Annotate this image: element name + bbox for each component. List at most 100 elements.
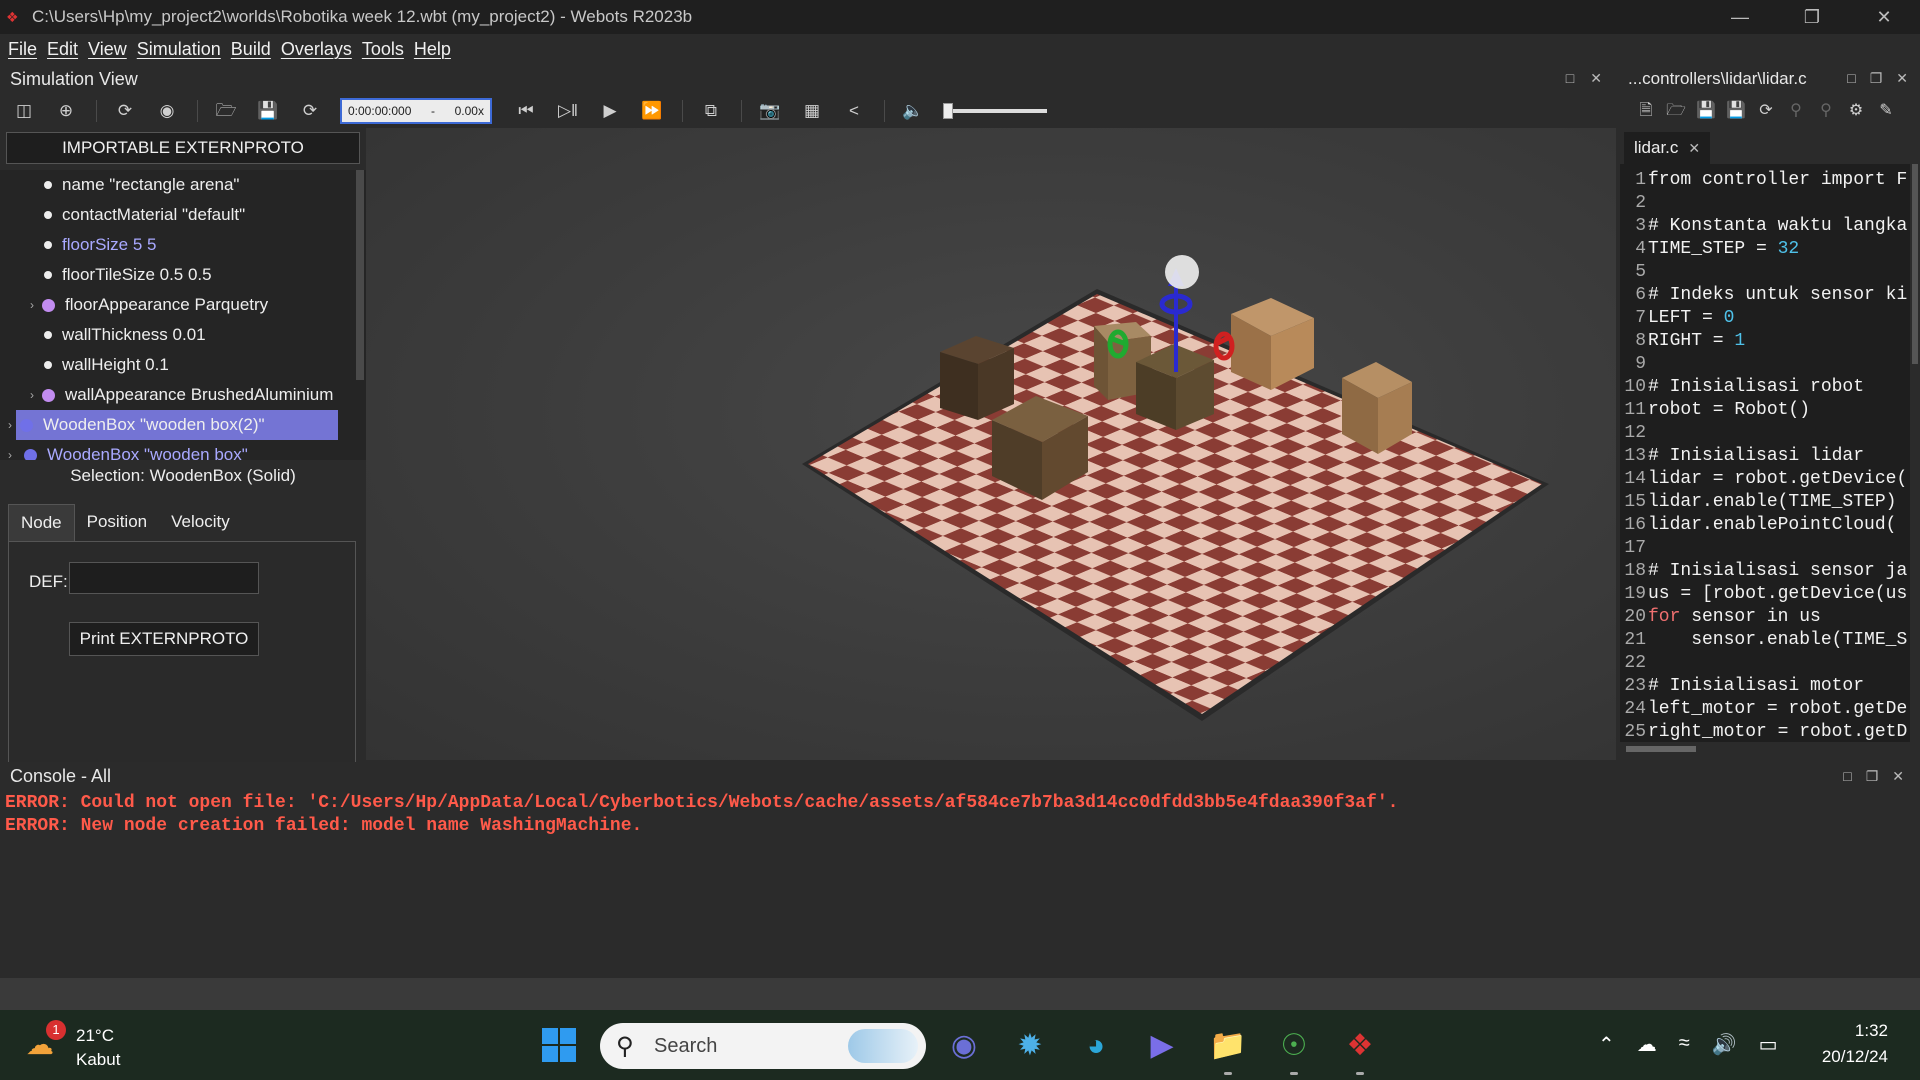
tree-item-wallheight[interactable]: wallHeight 0.1	[44, 350, 169, 380]
close-tab-icon[interactable]: ✕	[1688, 140, 1700, 156]
close-panel-icon[interactable]: ✕	[1892, 768, 1904, 785]
float-panel-icon[interactable]: □	[1566, 70, 1574, 87]
code-line[interactable]: 2	[1620, 193, 1912, 216]
code-line[interactable]: 1 from controller import F	[1620, 170, 1912, 193]
minimize-panel-icon[interactable]: □	[1847, 70, 1855, 87]
console-output[interactable]: ERROR: Could not open file: 'C:/Users/Hp…	[0, 792, 1920, 978]
tree-item-floorappearance[interactable]: › floorAppearance Parquetry	[26, 290, 268, 320]
code-horizontal-scrollbar[interactable]	[1620, 742, 1920, 756]
save-as-icon[interactable]: 💾	[1724, 99, 1748, 123]
float-panel-icon[interactable]: ❐	[1866, 768, 1879, 785]
tree-item-name[interactable]: name "rectangle arena"	[44, 170, 239, 200]
code-line[interactable]: 22	[1620, 653, 1912, 676]
tab-position[interactable]: Position	[75, 504, 159, 542]
scroll-thumb[interactable]	[1626, 746, 1696, 752]
menu-build[interactable]: Build	[231, 39, 271, 60]
volume-icon[interactable]: 🔊	[1712, 1032, 1737, 1057]
run-realtime-icon[interactable]: ▶	[598, 99, 622, 123]
tree-item-floortilesize[interactable]: floorTileSize 0.5 0.5	[44, 260, 212, 290]
build-gear-icon[interactable]: ⚙	[1844, 99, 1868, 123]
expand-arrow-icon[interactable]: ›	[26, 388, 38, 402]
code-line[interactable]: 14 lidar = robot.getDevice(	[1620, 469, 1912, 492]
code-line[interactable]: 11 robot = Robot()	[1620, 400, 1912, 423]
sound-mute-icon[interactable]: 🔈	[901, 99, 925, 123]
edge-icon[interactable]: ◕	[1076, 1026, 1116, 1066]
3d-view[interactable]	[366, 128, 1616, 760]
restore-icon[interactable]: ❐	[1776, 0, 1848, 34]
code-line[interactable]: 16 lidar.enablePointCloud(	[1620, 515, 1912, 538]
code-line[interactable]: 12	[1620, 423, 1912, 446]
new-file-icon[interactable]: 🗎	[1634, 99, 1658, 123]
menu-help[interactable]: Help	[414, 39, 451, 60]
toggle-scene-tree-icon[interactable]: ◫	[12, 99, 36, 123]
wooden-box-left[interactable]	[940, 336, 1014, 420]
close-panel-icon[interactable]: ✕	[1590, 70, 1602, 87]
minimize-panel-icon[interactable]: □	[1843, 768, 1851, 785]
tree-item-contactmaterial[interactable]: contactMaterial "default"	[44, 200, 245, 230]
tree-item-wallappearance[interactable]: › wallAppearance BrushedAluminium	[26, 380, 333, 410]
close-panel-icon[interactable]: ✕	[1896, 70, 1908, 87]
file-explorer-icon[interactable]: 📁	[1208, 1026, 1248, 1066]
weather-widget[interactable]: ☁ 1 21°C Kabut	[26, 1020, 146, 1070]
code-line[interactable]: 20 for sensor in us	[1620, 607, 1912, 630]
code-line[interactable]: 13 # Inisialisasi lidar	[1620, 446, 1912, 469]
rendering-toggle-icon[interactable]: ⧉	[699, 99, 723, 123]
media-player-icon[interactable]: ▶	[1142, 1026, 1182, 1066]
webots-taskbar-icon[interactable]: ❖	[1340, 1026, 1380, 1066]
wooden-box-right[interactable]	[1231, 298, 1314, 390]
code-line[interactable]: 7 LEFT = 0	[1620, 308, 1912, 331]
print-externproto-button[interactable]: Print EXTERNPROTO	[69, 622, 259, 656]
code-line[interactable]: 21 sensor.enable(TIME_S	[1620, 630, 1912, 653]
code-line[interactable]: 5	[1620, 262, 1912, 285]
reload-world-icon[interactable]: ⟳	[298, 99, 322, 123]
float-panel-icon[interactable]: ❐	[1870, 70, 1883, 87]
code-vertical-scrollbar[interactable]	[1910, 164, 1920, 742]
onedrive-icon[interactable]: ☁	[1637, 1032, 1657, 1057]
add-node-icon[interactable]: ⊕	[54, 99, 78, 123]
tab-lidar-file[interactable]: lidar.c ✕	[1624, 132, 1711, 164]
code-line[interactable]: 4 TIME_STEP = 32	[1620, 239, 1912, 262]
windows-start-icon[interactable]	[542, 1028, 578, 1064]
code-line[interactable]: 15 lidar.enable(TIME_STEP)	[1620, 492, 1912, 515]
code-line[interactable]: 17	[1620, 538, 1912, 561]
menu-edit[interactable]: Edit	[47, 39, 78, 60]
scene-tree-scrollbar[interactable]	[356, 170, 364, 380]
tree-item-floorsize[interactable]: floorSize 5 5	[44, 230, 157, 260]
code-line[interactable]: 24 left_motor = robot.getDe	[1620, 699, 1912, 722]
open-file-icon[interactable]: 🗁	[1664, 99, 1688, 123]
tree-item-wooden-box-2[interactable]: › WoodenBox "wooden box(2)"	[4, 410, 344, 440]
clock[interactable]: 1:32 20/12/24	[1822, 1018, 1888, 1070]
minimize-icon[interactable]: —	[1704, 0, 1776, 34]
importable-externproto-button[interactable]: IMPORTABLE EXTERNPROTO	[6, 132, 360, 164]
tab-velocity[interactable]: Velocity	[159, 504, 242, 542]
battery-icon[interactable]: ▭	[1759, 1032, 1778, 1057]
menu-simulation[interactable]: Simulation	[137, 39, 221, 60]
code-editor[interactable]: 1 from controller import F 2 3 # Konstanta w…	[1620, 164, 1912, 742]
chrome-icon[interactable]: ☉	[1274, 1026, 1314, 1066]
teams-icon[interactable]: ◉	[944, 1026, 984, 1066]
close-icon[interactable]: ✕	[1848, 0, 1920, 34]
code-line[interactable]: 9	[1620, 354, 1912, 377]
tree-item-wallthickness[interactable]: wallThickness 0.01	[44, 320, 206, 350]
code-line[interactable]: 25 right_motor = robot.getD	[1620, 722, 1912, 742]
open-world-icon[interactable]: 🗁	[214, 99, 238, 123]
tree-item-wooden-box[interactable]: › WoodenBox "wooden box"	[4, 440, 248, 460]
save-file-icon[interactable]: 💾	[1694, 99, 1718, 123]
step-icon[interactable]: ▷‖	[556, 99, 580, 123]
reset-simulation-icon[interactable]: ⏮	[514, 99, 538, 123]
copilot-icon[interactable]: ✹	[1010, 1026, 1050, 1066]
scroll-thumb[interactable]	[1912, 164, 1918, 364]
record-movie-icon[interactable]: ▦	[800, 99, 824, 123]
tab-node[interactable]: Node	[8, 504, 75, 542]
find-icon[interactable]: ⚲	[1784, 99, 1808, 123]
chevron-up-icon[interactable]: ⌃	[1598, 1032, 1615, 1057]
menu-view[interactable]: View	[88, 39, 127, 60]
code-line[interactable]: 6 # Indeks untuk sensor ki	[1620, 285, 1912, 308]
code-line[interactable]: 3 # Konstanta waktu langka	[1620, 216, 1912, 239]
replace-icon[interactable]: ⚲	[1814, 99, 1838, 123]
follow-object-icon[interactable]: ⟳	[113, 99, 137, 123]
screenshot-icon[interactable]: 📷	[758, 99, 782, 123]
wifi-icon[interactable]: ≈	[1679, 1032, 1690, 1057]
expand-arrow-icon[interactable]: ›	[26, 298, 38, 312]
clean-icon[interactable]: ✎	[1874, 99, 1898, 123]
